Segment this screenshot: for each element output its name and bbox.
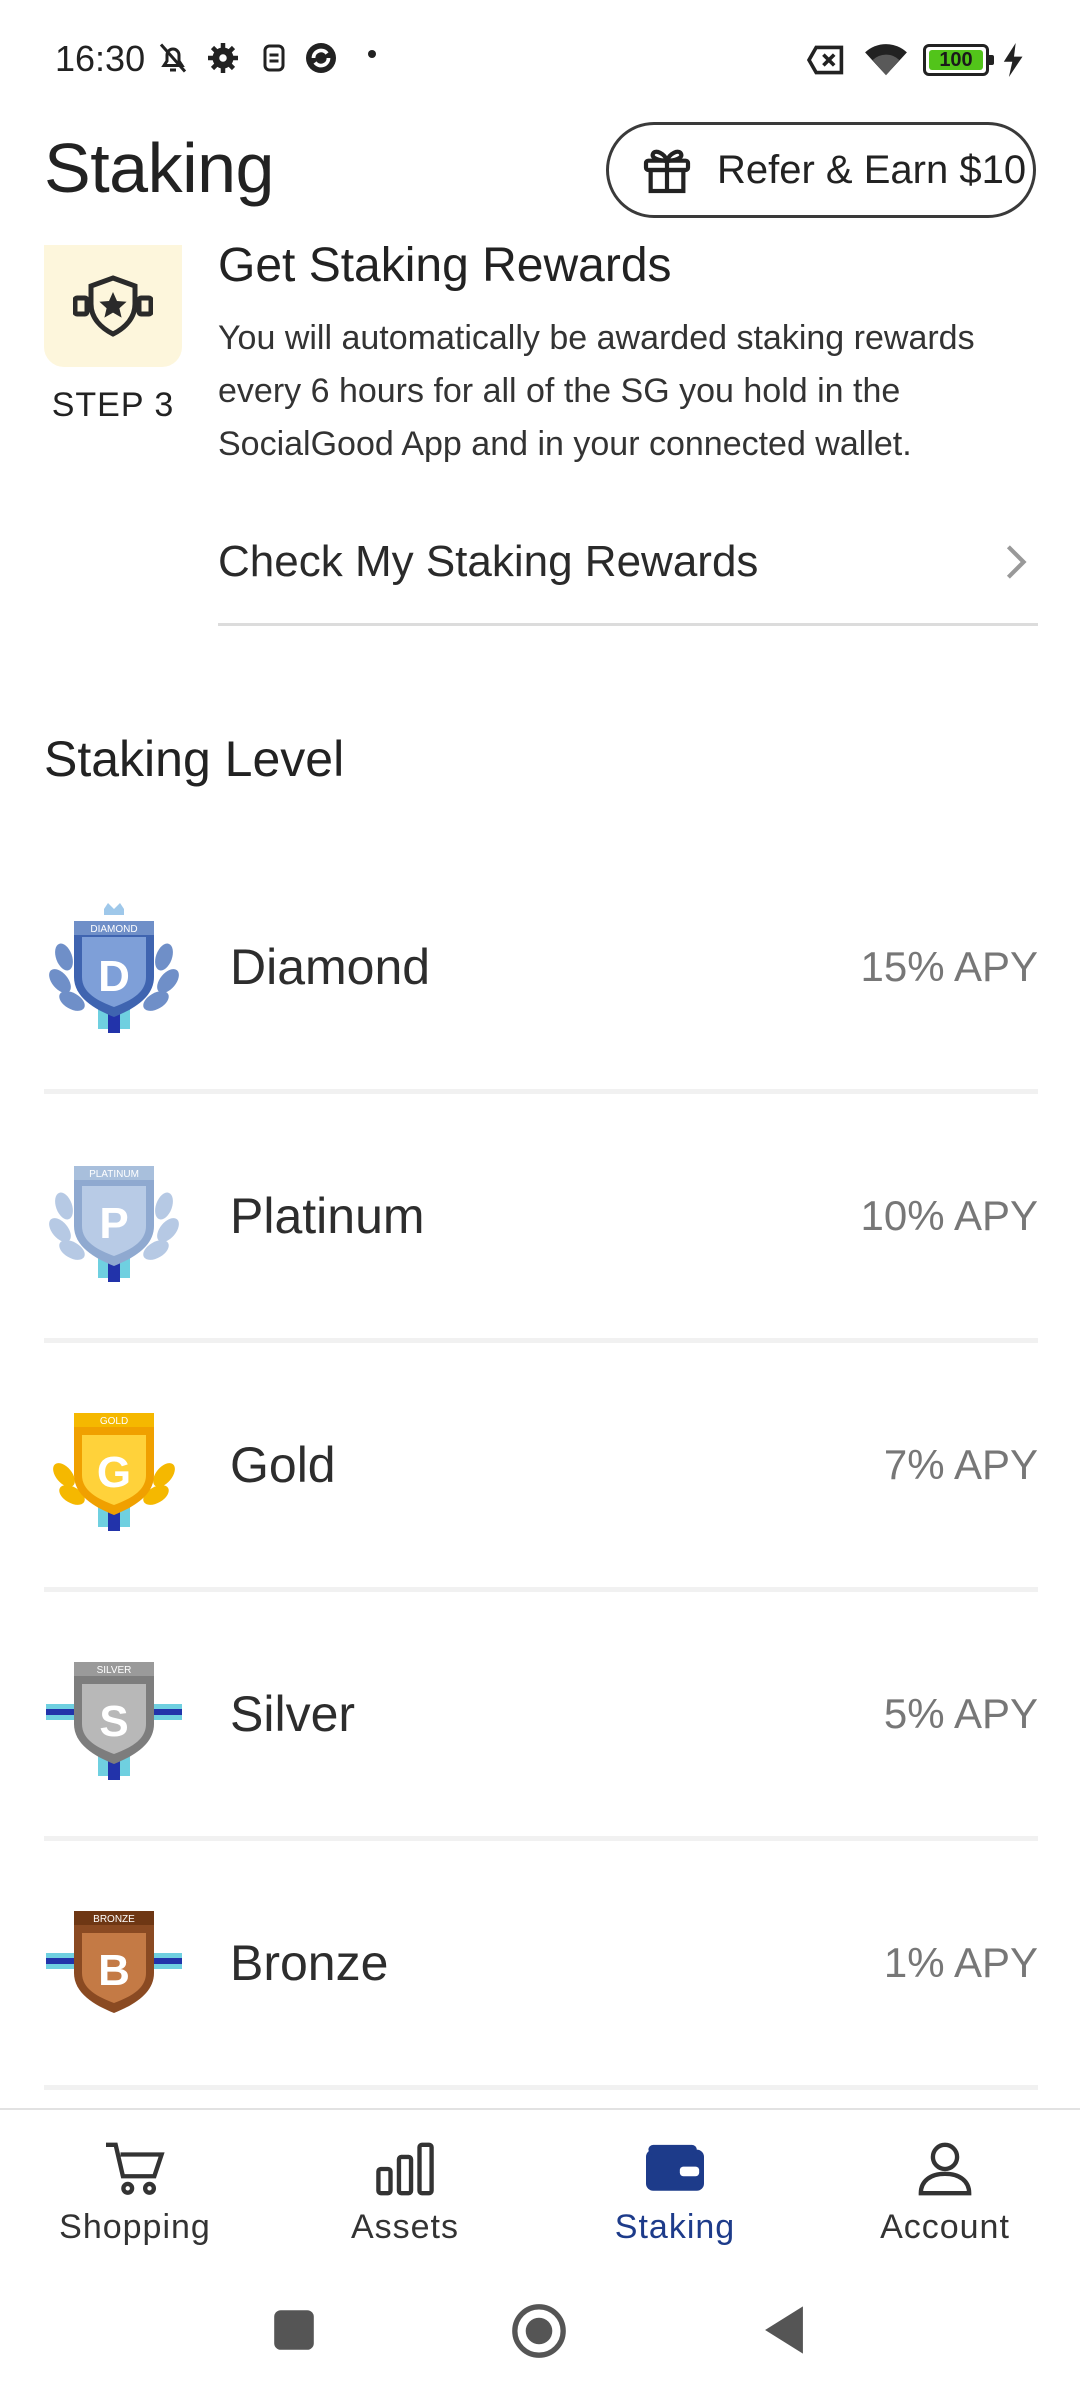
- staking-level-title: Staking Level: [44, 731, 345, 787]
- bell-off-icon: [159, 43, 187, 73]
- status-time: 16:30: [55, 38, 146, 79]
- back-icon[interactable]: [762, 2304, 806, 2356]
- sync-app-icon: [306, 43, 336, 73]
- step-icon-box: [44, 245, 182, 367]
- diamond-badge-icon: DIAMOND D: [44, 892, 184, 1042]
- cart-icon: [106, 2142, 165, 2195]
- bronze-badge-icon: BRONZE B: [44, 1888, 184, 2038]
- level-apy: 10% APY: [860, 1192, 1038, 1239]
- bronze-badge-letter: B: [98, 1946, 130, 1995]
- silver-badge-letter: S: [99, 1697, 128, 1746]
- charging-icon: [1003, 43, 1023, 77]
- page-title: Staking: [44, 129, 274, 207]
- app-notification-icon: [263, 44, 285, 72]
- refer-earn-button[interactable]: Refer & Earn $10: [606, 122, 1036, 218]
- level-row-gold[interactable]: GOLD G Gold 7% APY: [44, 1343, 1038, 1592]
- level-name: Diamond: [230, 939, 431, 995]
- level-apy: 1% APY: [883, 1939, 1038, 1986]
- staking-level-list: DIAMOND D Diamond 15% APY PLATINUM P Pla…: [44, 845, 1038, 2090]
- shield-star-icon: [73, 275, 153, 337]
- platinum-badge-icon: PLATINUM P: [44, 1141, 184, 1291]
- level-name: Gold: [230, 1437, 336, 1493]
- step-description: You will automatically be awarded stakin…: [218, 319, 975, 463]
- silver-badge-text: SILVER: [97, 1665, 132, 1676]
- gold-badge-icon: GOLD G: [44, 1390, 184, 1540]
- nav-label: Assets: [350, 2208, 460, 2246]
- level-apy: 5% APY: [883, 1690, 1038, 1737]
- nav-item-account[interactable]: Account: [810, 2110, 1080, 2280]
- level-row-diamond[interactable]: DIAMOND D Diamond 15% APY: [44, 845, 1038, 1094]
- level-row-platinum[interactable]: PLATINUM P Platinum 10% APY: [44, 1094, 1038, 1343]
- battery-level: 100: [939, 48, 973, 71]
- level-name: Platinum: [230, 1188, 425, 1244]
- person-icon: [918, 2142, 972, 2196]
- system-nav-bar: [0, 2280, 1080, 2400]
- status-right: 100: [805, 40, 1025, 80]
- check-rewards-label: Check My Staking Rewards: [218, 536, 759, 586]
- no-sim-icon: [806, 45, 844, 75]
- wifi-icon: [865, 44, 907, 76]
- bar-chart-icon: [376, 2142, 434, 2196]
- silver-badge-icon: SILVER S: [44, 1639, 184, 1789]
- gift-icon: [643, 149, 691, 194]
- chevron-right-icon: [1006, 544, 1027, 579]
- status-bar: 16:30 100: [0, 0, 1080, 120]
- battery-indicator: 100: [923, 44, 994, 76]
- gear-icon: [208, 43, 238, 73]
- home-icon[interactable]: [510, 2302, 568, 2360]
- nav-item-shopping[interactable]: Shopping: [0, 2110, 270, 2280]
- diamond-badge-letter: D: [98, 952, 130, 1001]
- nav-item-staking[interactable]: Staking: [540, 2110, 810, 2280]
- level-apy: 15% APY: [860, 943, 1038, 990]
- level-name: Bronze: [230, 1935, 389, 1991]
- recent-apps-icon[interactable]: [272, 2308, 316, 2352]
- step-label: STEP 3: [51, 386, 175, 424]
- nav-label: Account: [880, 2208, 1010, 2246]
- refer-earn-label: Refer & Earn $10: [717, 147, 1027, 192]
- nav-label: Shopping: [59, 2208, 211, 2246]
- bottom-nav: Shopping Assets Staking Account: [0, 2108, 1080, 2280]
- bronze-badge-text: BRONZE: [93, 1914, 135, 1925]
- diamond-badge-text: DIAMOND: [90, 924, 137, 935]
- step-title: Get Staking Rewards: [218, 239, 672, 292]
- nav-label: Staking: [614, 2208, 736, 2246]
- nav-item-assets[interactable]: Assets: [270, 2110, 540, 2280]
- level-apy: 7% APY: [883, 1441, 1038, 1488]
- gold-badge-letter: G: [97, 1448, 131, 1497]
- wallet-icon: [646, 2144, 704, 2191]
- platinum-badge-letter: P: [99, 1199, 128, 1248]
- platinum-badge-text: PLATINUM: [89, 1169, 139, 1180]
- check-rewards-link[interactable]: Check My Staking Rewards: [218, 520, 1038, 626]
- level-name: Silver: [230, 1686, 356, 1742]
- level-row-silver[interactable]: SILVER S Silver 5% APY: [44, 1592, 1038, 1841]
- more-notifications-dot: [368, 50, 376, 58]
- level-row-bronze[interactable]: BRONZE B Bronze 1% APY: [44, 1841, 1038, 2090]
- gold-badge-text: GOLD: [100, 1416, 128, 1427]
